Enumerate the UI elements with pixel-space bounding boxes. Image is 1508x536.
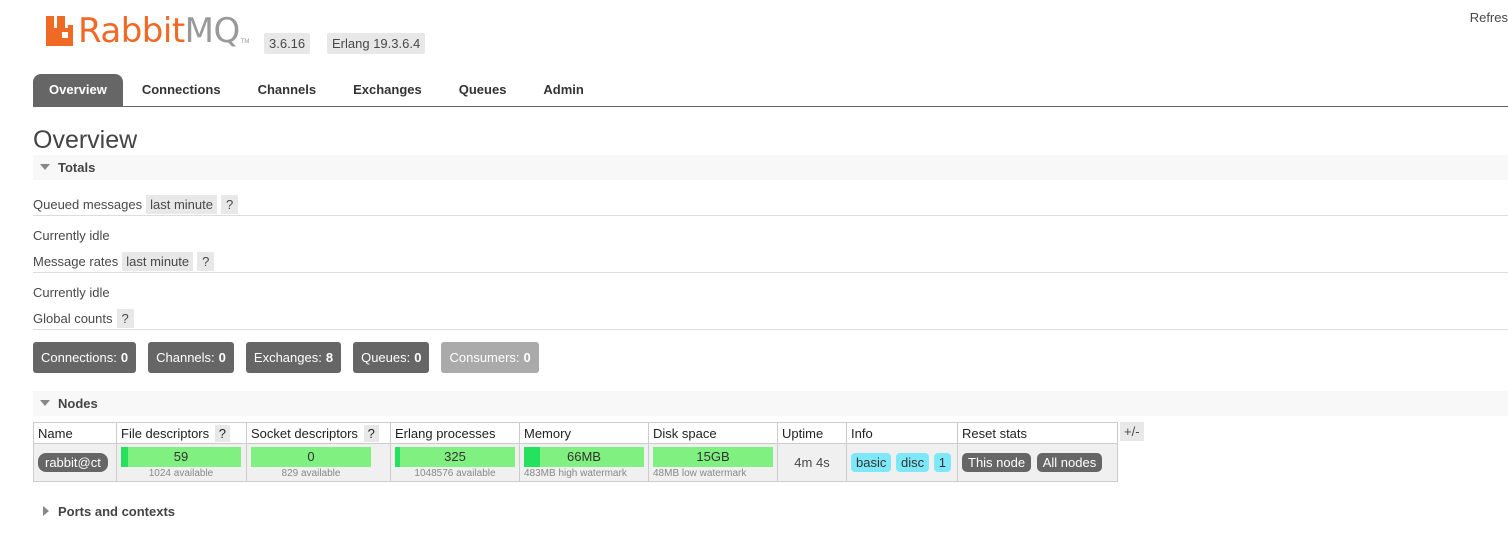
rabbit-logo-icon [44, 14, 74, 48]
connections-count-button[interactable]: Connections: 0 [33, 342, 137, 373]
divider [33, 215, 1508, 216]
socket-descriptors-help-button[interactable]: ? [363, 424, 379, 442]
consumers-count-badge: Consumers: 0 [441, 342, 539, 373]
message-rates-range-button[interactable]: last minute [122, 252, 194, 271]
reset-all-nodes-button[interactable]: All nodes [1036, 453, 1103, 472]
erlang-processes-cell: 325 1048576 available [390, 443, 520, 482]
rabbitmq-logo: RabbitMQ TM [44, 14, 249, 48]
file-descriptors-cell: 59 1024 available [116, 443, 247, 482]
column-header-uptime: Uptime [777, 422, 847, 444]
nodes-section-toggle[interactable]: Nodes [33, 391, 1508, 416]
memory-meter: 66MB [524, 446, 644, 467]
column-header-reset-stats: Reset stats [957, 422, 1118, 444]
column-header-erlang-processes: Erlang processes [390, 422, 520, 444]
collapse-triangle-icon [40, 400, 50, 406]
expand-triangle-icon [43, 506, 49, 516]
memory-watermark: 483MB high watermark [524, 467, 627, 479]
queues-count-button[interactable]: Queues: 0 [353, 342, 430, 373]
trademark-mark: TM [240, 39, 250, 45]
disk-space-watermark: 48MB low watermark [653, 467, 747, 479]
uptime-cell: 4m 4s [777, 443, 847, 482]
erlang-version-badge: Erlang 19.3.6.4 [327, 33, 426, 54]
ports-contexts-section-label: Ports and contexts [58, 504, 176, 519]
message-rates-help-button[interactable]: ? [197, 252, 215, 271]
message-rates-row: Message rates last minute? [33, 252, 215, 271]
file-descriptors-meter: 59 [121, 446, 241, 467]
totals-section-label: Totals [58, 160, 96, 175]
file-descriptors-available: 1024 available [148, 467, 214, 479]
channels-count-button[interactable]: Channels: 0 [148, 342, 234, 373]
queued-messages-row: Queued messages last minute? [33, 195, 239, 214]
disk-space-meter: 15GB [653, 446, 773, 467]
tab-connections[interactable]: Connections [124, 74, 239, 106]
queued-messages-help-button[interactable]: ? [221, 195, 239, 214]
column-header-memory: Memory [519, 422, 649, 444]
totals-section-toggle[interactable]: Totals [33, 155, 1508, 180]
socket-descriptors-meter: 0 [251, 446, 371, 467]
disk-space-cell: 15GB 48MB low watermark [648, 443, 778, 482]
memory-cell: 66MB 483MB high watermark [519, 443, 649, 482]
socket-descriptors-cell: 0 829 available [246, 443, 391, 482]
nodes-section-label: Nodes [58, 396, 98, 411]
reset-this-node-button[interactable]: This node [962, 453, 1032, 472]
global-counts-help-button[interactable]: ? [116, 309, 134, 328]
main-tabs: Overview Connections Channels Exchanges … [33, 74, 1508, 107]
tab-channels[interactable]: Channels [240, 74, 335, 106]
global-counts-bar: Connections: 0 Channels: 0 Exchanges: 8 Que… [33, 342, 551, 373]
info-tag-basic: basic [851, 453, 892, 472]
erlang-processes-available: 1048576 available [414, 467, 496, 479]
info-tag-count: 1 [933, 453, 951, 472]
queued-messages-label: Queued messages [33, 197, 143, 212]
tab-exchanges[interactable]: Exchanges [335, 74, 440, 106]
info-cell: basic disc 1 [846, 443, 958, 482]
file-descriptors-help-button[interactable]: ? [214, 424, 230, 442]
divider [33, 329, 1508, 330]
exchanges-count-button[interactable]: Exchanges: 8 [245, 342, 342, 373]
page-title: Overview [33, 126, 138, 154]
queued-messages-range-button[interactable]: last minute [146, 195, 217, 214]
column-header-socket-descriptors: Socket descriptors ? [246, 422, 391, 444]
tab-queues[interactable]: Queues [441, 74, 525, 106]
divider [33, 272, 1508, 273]
nodes-table: Name File descriptors ? Socket descripto… [33, 422, 1118, 482]
column-header-disk-space: Disk space [648, 422, 778, 444]
logo-wordmark: RabbitMQ [78, 11, 240, 51]
tab-admin[interactable]: Admin [525, 74, 601, 106]
table-row: rabbit@ct 59 1024 available 0 829 availa… [33, 443, 1118, 482]
queued-messages-status: Currently idle [33, 228, 110, 243]
tab-overview[interactable]: Overview [33, 74, 123, 106]
column-header-name: Name [33, 422, 117, 444]
collapse-triangle-icon [40, 164, 50, 170]
column-toggle-button[interactable]: +/- [1120, 422, 1144, 441]
global-counts-row: Global counts? [33, 309, 134, 328]
table-header-row: Name File descriptors ? Socket descripto… [33, 422, 1118, 444]
erlang-processes-meter: 325 [395, 446, 515, 467]
info-tag-disc: disc [895, 453, 930, 472]
column-header-file-descriptors: File descriptors ? [116, 422, 247, 444]
node-name-cell: rabbit@ct [33, 443, 117, 482]
version-badge: 3.6.16 [264, 33, 311, 54]
ports-contexts-section-toggle[interactable]: Ports and contexts [33, 499, 1508, 524]
global-counts-label: Global counts [33, 311, 113, 326]
message-rates-label: Message rates [33, 254, 119, 269]
column-header-info: Info [846, 422, 958, 444]
socket-descriptors-available: 829 available [281, 467, 341, 479]
refresh-link[interactable]: Refres [1470, 10, 1508, 25]
node-link[interactable]: rabbit@ct [38, 453, 108, 472]
message-rates-status: Currently idle [33, 285, 110, 300]
reset-stats-cell: This node All nodes [957, 443, 1118, 482]
